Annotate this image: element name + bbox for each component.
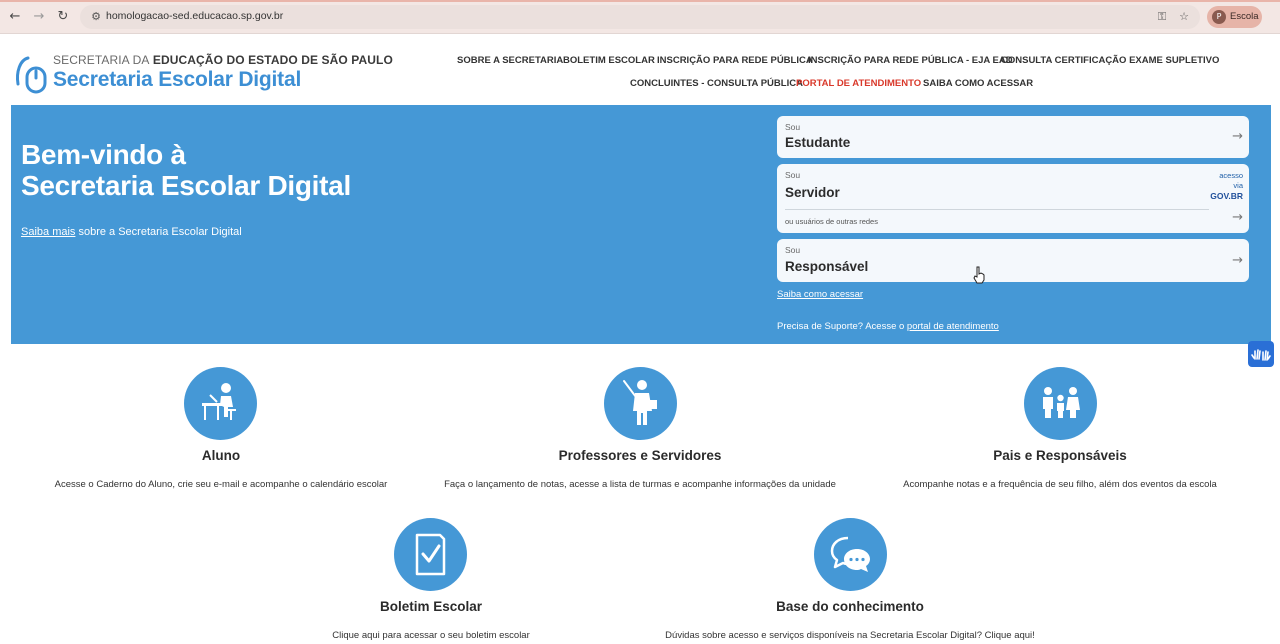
feature-title-pais[interactable]: Pais e Responsáveis: [960, 448, 1160, 463]
saiba-como-acessar-link[interactable]: Saiba como acessar: [777, 289, 863, 300]
feature-title-professores[interactable]: Professores e Servidores: [540, 448, 740, 463]
base-conhecimento-circle[interactable]: [814, 518, 887, 591]
feature-desc-pais: Acompanhe notas e a frequência de seu fi…: [903, 479, 1217, 490]
feature-desc-boletim: Clique aqui para acessar o seu boletim e…: [332, 630, 530, 641]
mouse-logo-icon[interactable]: [14, 54, 48, 94]
other-networks-link[interactable]: ou usuários de outras redes: [785, 217, 878, 226]
tab-strip-edge: [0, 0, 1280, 2]
menu-certificacao[interactable]: CONSULTA CERTIFICAÇÃO EXAME SUPLETIVO: [1001, 55, 1219, 66]
arrow-right-icon: →: [1232, 129, 1243, 144]
govbr-brand: GOV.BR: [1210, 191, 1243, 201]
support-text: Precisa de Suporte? Acesse o portal de a…: [777, 321, 999, 332]
govbr-line2: via: [1233, 181, 1243, 190]
org-prefix: SECRETARIA DA: [53, 53, 150, 67]
feature-desc-base-conhecimento: Dúvidas sobre acesso e serviços disponív…: [665, 630, 1035, 641]
boletim-circle[interactable]: [394, 518, 467, 591]
back-icon[interactable]: ←: [6, 8, 24, 26]
support-prefix: Precisa de Suporte? Acesse o: [777, 321, 907, 332]
aluno-circle[interactable]: [184, 367, 257, 440]
govbr-badge[interactable]: acesso via GOV.BR: [1210, 171, 1243, 201]
saiba-mais-link[interactable]: Saiba mais: [21, 226, 75, 238]
menu-portal-atendimento[interactable]: PORTAL DE ATENDIMENTO: [796, 78, 921, 89]
arrow-right-icon: →: [1232, 210, 1243, 225]
card-sou-label: Sou: [785, 170, 801, 180]
student-desk-icon: [202, 383, 236, 420]
hero-title-line2: Secretaria Escolar Digital: [21, 170, 351, 201]
hands-icon: [1251, 349, 1271, 361]
browser-toolbar: ← → ↻ ⚙ homologacao-sed.educacao.sp.gov.…: [0, 0, 1280, 34]
professores-circle[interactable]: [604, 367, 677, 440]
feature-title-aluno[interactable]: Aluno: [171, 448, 271, 463]
card-role-label: Responsável: [785, 259, 869, 274]
profile-button[interactable]: P Escola: [1207, 6, 1262, 28]
menu-concluintes[interactable]: CONCLUINTES - CONSULTA PÚBLICA: [630, 78, 803, 89]
sign-language-button[interactable]: [1248, 341, 1274, 367]
feature-desc-aluno: Acesse o Caderno do Aluno, crie seu e-ma…: [54, 479, 388, 490]
feature-title-boletim[interactable]: Boletim Escolar: [331, 599, 531, 614]
profile-name: Escola: [1230, 11, 1259, 22]
hero-subtitle-text: sobre a Secretaria Escolar Digital: [75, 226, 242, 238]
card-sou-label: Sou: [785, 245, 801, 255]
brand-title[interactable]: Secretaria Escolar Digital: [53, 68, 301, 92]
chat-bubbles-icon: [830, 536, 870, 572]
menu-inscricao[interactable]: INSCRIÇÃO PARA REDE PÚBLICA: [657, 55, 813, 66]
menu-saiba-acessar[interactable]: SAIBA COMO ACESSAR: [923, 78, 1033, 89]
password-key-icon[interactable]: ⚿: [1154, 9, 1170, 25]
bookmark-star-icon[interactable]: ☆: [1176, 9, 1192, 25]
login-card-estudante[interactable]: Sou Estudante →: [777, 116, 1249, 158]
card-role-label: Servidor: [785, 185, 840, 200]
hero-title: Bem-vindo à Secretaria Escolar Digital: [21, 139, 351, 201]
reload-icon[interactable]: ↻: [54, 8, 72, 26]
feature-title-base-conhecimento[interactable]: Base do conhecimento: [750, 599, 950, 614]
feature-desc-professores: Faça o lançamento de notas, acesse a lis…: [444, 479, 836, 490]
address-bar[interactable]: ⚙ homologacao-sed.educacao.sp.gov.br ⚿ ☆: [80, 5, 1200, 29]
forward-icon[interactable]: →: [30, 8, 48, 26]
hero-subtitle: Saiba mais sobre a Secretaria Escolar Di…: [21, 226, 242, 238]
report-card-icon: [415, 533, 446, 576]
org-title: EDUCAÇÃO DO ESTADO DE SÃO PAULO: [152, 53, 393, 67]
menu-inscricao-eja[interactable]: INSCRIÇÃO PARA REDE PÚBLICA - EJA EAD: [808, 55, 1013, 66]
menu-boletim[interactable]: BOLETIM ESCOLAR: [563, 55, 655, 66]
card-role-label: Estudante: [785, 135, 851, 150]
arrow-right-icon: →: [1232, 253, 1243, 268]
url-text[interactable]: homologacao-sed.educacao.sp.gov.br: [106, 10, 283, 22]
profile-avatar: P: [1212, 10, 1226, 24]
login-card-servidor[interactable]: Sou Servidor acesso via GOV.BR ou usuári…: [777, 164, 1249, 233]
org-name: SECRETARIA DA EDUCAÇÃO DO ESTADO DE SÃO …: [53, 53, 393, 67]
teacher-icon: [623, 380, 657, 425]
hand-cursor-icon: [973, 266, 985, 284]
login-card-responsavel[interactable]: Sou Responsável →: [777, 239, 1249, 282]
portal-atendimento-link[interactable]: portal de atendimento: [907, 321, 999, 332]
pais-circle[interactable]: [1024, 367, 1097, 440]
govbr-line1: acesso: [1219, 171, 1243, 180]
card-divider: [785, 209, 1209, 210]
family-icon: [1043, 387, 1080, 418]
card-sou-label: Sou: [785, 122, 801, 132]
hero-title-line1: Bem-vindo à: [21, 139, 186, 170]
menu-sobre[interactable]: SOBRE A SECRETARIA: [457, 55, 563, 66]
site-info-icon[interactable]: ⚙: [88, 9, 104, 25]
